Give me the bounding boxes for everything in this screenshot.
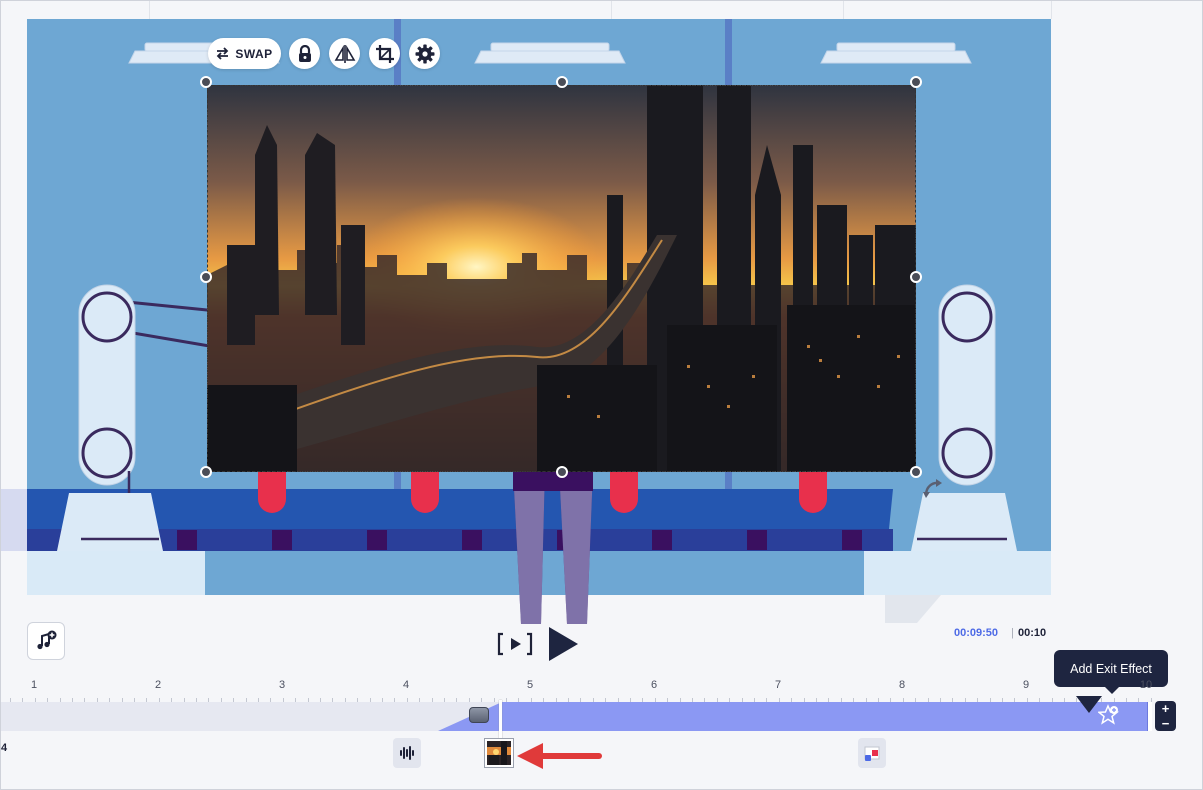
audio-track-button[interactable] — [393, 738, 421, 768]
time-separator: | — [1011, 627, 1014, 639]
ruler-label: 9 — [1022, 679, 1030, 691]
flip-button[interactable] — [329, 38, 360, 69]
resize-handle-top-right[interactable] — [910, 76, 922, 88]
rotate-handle-icon[interactable] — [922, 478, 944, 500]
ruler-label: 2 — [154, 679, 162, 691]
swap-label: SWAP — [235, 46, 273, 61]
add-music-button[interactable] — [27, 622, 65, 660]
offcanvas-belt — [1, 489, 27, 551]
ruler-label: 5 — [526, 679, 534, 691]
ruler-label: 3 — [278, 679, 286, 691]
resize-handle-right[interactable] — [910, 271, 922, 283]
ruler-label: 4 — [402, 679, 410, 691]
ruler-label: 1 — [30, 679, 38, 691]
locked-layer-button[interactable] — [858, 738, 886, 768]
flip-icon — [334, 44, 355, 63]
transition-handle[interactable] — [469, 707, 489, 723]
lock-icon — [298, 44, 311, 62]
settings-button[interactable] — [409, 38, 440, 69]
locked-layer-icon — [864, 746, 880, 761]
waveform-icon — [400, 746, 414, 760]
tooltip-text: Add Exit Effect — [1070, 661, 1152, 676]
crop-icon — [375, 44, 394, 63]
swap-button[interactable]: SWAP — [208, 38, 281, 69]
zoom-out-icon[interactable]: − — [1162, 717, 1170, 730]
ruler-label: 10 — [1139, 679, 1153, 691]
image-clip[interactable] — [502, 702, 1148, 731]
crop-button[interactable] — [369, 38, 400, 69]
resize-handle-top[interactable] — [556, 76, 568, 88]
add-music-icon — [37, 630, 57, 650]
gear-icon — [415, 44, 434, 63]
add-exit-effect-icon[interactable] — [1098, 704, 1120, 726]
zoom-in-icon[interactable]: + — [1162, 702, 1170, 715]
preview-bracket-icon — [497, 632, 533, 656]
clip-end-handle[interactable] — [1147, 702, 1152, 731]
track-index: 4 — [1, 742, 8, 754]
playhead[interactable] — [499, 700, 502, 740]
swap-icon — [217, 47, 229, 60]
selected-image[interactable] — [207, 85, 916, 472]
play-icon — [549, 627, 578, 661]
play-button[interactable] — [546, 626, 580, 662]
current-time: 00:09:50 — [954, 627, 999, 639]
resize-handle-top-left[interactable] — [200, 76, 212, 88]
ruler-label: 6 — [650, 679, 658, 691]
city-sunset-image — [207, 85, 916, 472]
tooltip-arrow — [1105, 687, 1119, 694]
zoom-control[interactable]: + − — [1155, 701, 1176, 731]
ruler-label: 7 — [774, 679, 782, 691]
total-duration: 00:10 — [1018, 627, 1047, 639]
red-pointer-arrow — [517, 743, 602, 769]
resize-handle-bottom-right[interactable] — [910, 466, 922, 478]
ruler-label: 8 — [898, 679, 906, 691]
lock-button[interactable] — [289, 38, 320, 69]
preview-selection-button[interactable] — [496, 630, 534, 658]
resize-handle-left[interactable] — [200, 271, 212, 283]
image-clip-thumbnail[interactable] — [485, 739, 513, 767]
resize-handle-bottom-left[interactable] — [200, 466, 212, 478]
resize-handle-bottom[interactable] — [556, 466, 568, 478]
thumbnail-image — [487, 741, 511, 765]
